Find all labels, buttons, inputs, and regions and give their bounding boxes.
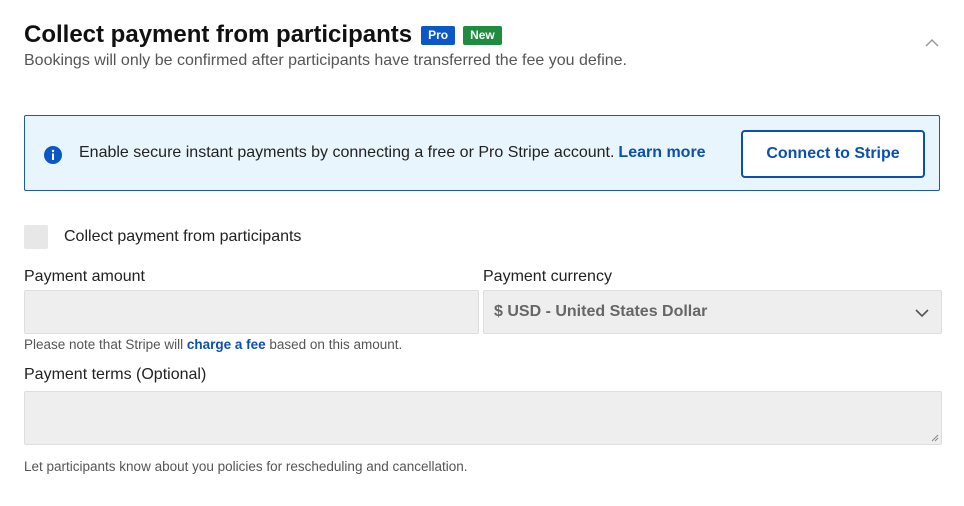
- charge-fee-link[interactable]: charge a fee: [187, 337, 266, 352]
- info-text: Enable secure instant payments by connec…: [79, 144, 706, 162]
- section-header: Collect payment from participants Pro Ne…: [24, 20, 940, 70]
- collect-payment-checkbox-row: Collect payment from participants: [24, 225, 301, 249]
- payment-terms-textarea[interactable]: [24, 391, 942, 445]
- section-subtitle: Bookings will only be confirmed after pa…: [24, 52, 627, 69]
- payment-currency-select[interactable]: $ USD - United States Dollar: [483, 290, 942, 334]
- collect-payment-checkbox[interactable]: [24, 225, 48, 249]
- learn-more-link[interactable]: Learn more: [618, 144, 705, 161]
- chevron-down-icon: [915, 309, 929, 318]
- title-row: Collect payment from participants Pro Ne…: [24, 20, 940, 50]
- collect-payment-checkbox-label[interactable]: Collect payment from participants: [64, 228, 301, 246]
- currency-selected-value: $ USD - United States Dollar: [494, 303, 708, 320]
- info-icon: [44, 146, 62, 164]
- section-title: Collect payment from participants: [24, 21, 413, 48]
- resize-grip-icon[interactable]: [931, 434, 939, 442]
- stripe-fee-note: Please note that Stripe will charge a fe…: [24, 337, 402, 352]
- stripe-info-banner: Enable secure instant payments by connec…: [24, 115, 940, 191]
- fee-note-prefix: Please note that Stripe will: [24, 337, 187, 352]
- payment-currency-label: Payment currency: [483, 268, 612, 285]
- info-message: Enable secure instant payments by connec…: [79, 144, 615, 161]
- payment-amount-label: Payment amount: [24, 268, 145, 285]
- pro-badge: Pro: [421, 25, 456, 45]
- chevron-up-icon: [925, 38, 939, 47]
- collapse-toggle[interactable]: [924, 34, 940, 50]
- fee-note-suffix: based on this amount.: [265, 337, 403, 352]
- new-badge: New: [463, 25, 502, 45]
- payment-amount-input[interactable]: [24, 290, 479, 334]
- connect-to-stripe-button[interactable]: Connect to Stripe: [741, 130, 925, 178]
- payment-terms-label: Payment terms (Optional): [24, 366, 207, 383]
- payment-terms-help: Let participants know about you policies…: [24, 459, 468, 474]
